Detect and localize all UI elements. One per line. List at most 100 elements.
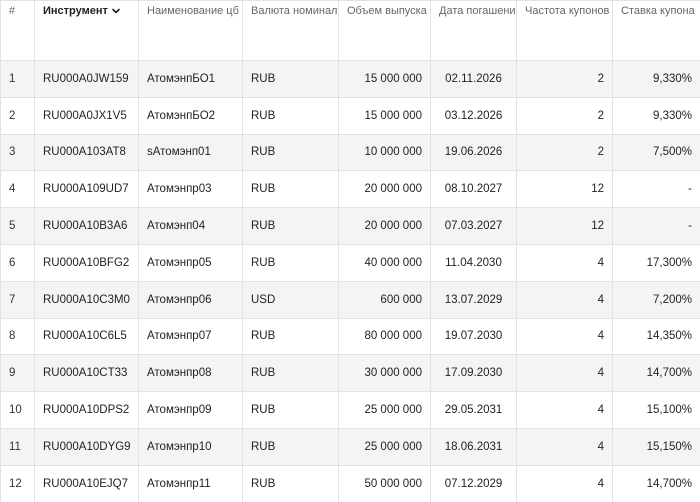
- cell-maturity: 07.03.2027: [430, 207, 517, 245]
- cell-num: 9: [0, 354, 35, 393]
- cell-frequency: 12: [516, 170, 613, 209]
- cell-name: Атомэнпр05: [138, 243, 243, 282]
- table-row[interactable]: 5 RU000A10B3A6 Атомэнп04 RUB 20 000 000 …: [0, 207, 700, 245]
- cell-instrument: RU000A0JX1V5: [34, 96, 139, 135]
- cell-name: Атомэнпр09: [138, 391, 243, 429]
- cell-volume: 80 000 000: [338, 317, 431, 356]
- header-num[interactable]: #: [0, 0, 35, 61]
- header-name[interactable]: Наименование цб: [138, 0, 243, 61]
- header-row: # Инструмент Наименование цб Валюта номи…: [0, 0, 700, 61]
- cell-frequency: 2: [516, 60, 613, 98]
- cell-maturity: 03.12.2026: [430, 96, 517, 135]
- table-row[interactable]: 11 RU000A10DYG9 Атомэнпр10 RUB 25 000 00…: [0, 427, 700, 466]
- cell-rate: -: [612, 207, 700, 245]
- cell-frequency: 4: [516, 243, 613, 282]
- header-maturity[interactable]: Дата погашения: [430, 0, 517, 61]
- cell-maturity: 19.07.2030: [430, 317, 517, 356]
- cell-num: 2: [0, 96, 35, 135]
- cell-num: 6: [0, 243, 35, 282]
- cell-currency: RUB: [242, 317, 339, 356]
- cell-frequency: 4: [516, 280, 613, 319]
- cell-maturity: 19.06.2026: [430, 133, 517, 172]
- cell-maturity: 18.06.2031: [430, 427, 517, 466]
- cell-volume: 10 000 000: [338, 133, 431, 172]
- cell-name: Атомэнпр11: [138, 464, 243, 502]
- table-row[interactable]: 10 RU000A10DPS2 Атомэнпр09 RUB 25 000 00…: [0, 391, 700, 429]
- cell-volume: 25 000 000: [338, 391, 431, 429]
- cell-rate: 7,500%: [612, 133, 700, 172]
- table-row[interactable]: 9 RU000A10CT33 Атомэнпр08 RUB 30 000 000…: [0, 354, 700, 393]
- cell-volume: 30 000 000: [338, 354, 431, 393]
- cell-volume: 20 000 000: [338, 170, 431, 209]
- table-row[interactable]: 2 RU000A0JX1V5 АтомэнпБО2 RUB 15 000 000…: [0, 96, 700, 135]
- table-row[interactable]: 7 RU000A10C3M0 Атомэнпр06 USD 600 000 13…: [0, 280, 700, 319]
- cell-frequency: 4: [516, 391, 613, 429]
- cell-name: sАтомэнп01: [138, 133, 243, 172]
- cell-frequency: 12: [516, 207, 613, 245]
- table-row[interactable]: 8 RU000A10C6L5 Атомэнпр07 RUB 80 000 000…: [0, 317, 700, 356]
- table-row[interactable]: 4 RU000A109UD7 Атомэнпр03 RUB 20 000 000…: [0, 170, 700, 209]
- cell-name: Атомэнпр06: [138, 280, 243, 319]
- chevron-down-icon[interactable]: [111, 6, 121, 16]
- cell-maturity: 29.05.2031: [430, 391, 517, 429]
- cell-num: 10: [0, 391, 35, 429]
- cell-currency: RUB: [242, 96, 339, 135]
- cell-rate: 15,100%: [612, 391, 700, 429]
- cell-volume: 20 000 000: [338, 207, 431, 245]
- header-volume[interactable]: Объем выпуска: [338, 0, 431, 61]
- cell-maturity: 08.10.2027: [430, 170, 517, 209]
- cell-instrument: RU000A10C6L5: [34, 317, 139, 356]
- cell-volume: 40 000 000: [338, 243, 431, 282]
- cell-volume: 15 000 000: [338, 96, 431, 135]
- cell-instrument: RU000A0JW159: [34, 60, 139, 98]
- table-row[interactable]: 6 RU000A10BFG2 Атомэнпр05 RUB 40 000 000…: [0, 243, 700, 282]
- cell-rate: 14,700%: [612, 354, 700, 393]
- cell-currency: RUB: [242, 464, 339, 502]
- cell-num: 7: [0, 280, 35, 319]
- cell-instrument: RU000A10EJQ7: [34, 464, 139, 502]
- table-row[interactable]: 3 RU000A103AT8 sАтомэнп01 RUB 10 000 000…: [0, 133, 700, 172]
- cell-name: Атомэнп04: [138, 207, 243, 245]
- cell-frequency: 2: [516, 96, 613, 135]
- cell-currency: RUB: [242, 133, 339, 172]
- cell-rate: 7,200%: [612, 280, 700, 319]
- cell-instrument: RU000A10C3M0: [34, 280, 139, 319]
- cell-name: Атомэнпр03: [138, 170, 243, 209]
- cell-name: АтомэнпБО1: [138, 60, 243, 98]
- header-instrument[interactable]: Инструмент: [34, 0, 139, 61]
- cell-num: 1: [0, 60, 35, 98]
- cell-num: 12: [0, 464, 35, 502]
- cell-rate: 17,300%: [612, 243, 700, 282]
- cell-rate: 9,330%: [612, 96, 700, 135]
- cell-instrument: RU000A10DPS2: [34, 391, 139, 429]
- cell-currency: RUB: [242, 391, 339, 429]
- cell-frequency: 4: [516, 427, 613, 466]
- cell-volume: 600 000: [338, 280, 431, 319]
- cell-maturity: 11.04.2030: [430, 243, 517, 282]
- cell-currency: RUB: [242, 207, 339, 245]
- cell-volume: 50 000 000: [338, 464, 431, 502]
- table-header: # Инструмент Наименование цб Валюта номи…: [0, 0, 700, 61]
- cell-instrument: RU000A10DYG9: [34, 427, 139, 466]
- cell-instrument: RU000A10BFG2: [34, 243, 139, 282]
- cell-num: 11: [0, 427, 35, 466]
- header-frequency[interactable]: Частота купонов: [516, 0, 613, 61]
- cell-rate: 14,700%: [612, 464, 700, 502]
- cell-num: 8: [0, 317, 35, 356]
- cell-name: Атомэнпр08: [138, 354, 243, 393]
- table-body: 1 RU000A0JW159 АтомэнпБО1 RUB 15 000 000…: [0, 60, 700, 502]
- cell-rate: -: [612, 170, 700, 209]
- cell-currency: RUB: [242, 170, 339, 209]
- cell-currency: RUB: [242, 354, 339, 393]
- cell-frequency: 4: [516, 317, 613, 356]
- bonds-table: # Инструмент Наименование цб Валюта номи…: [0, 0, 700, 502]
- cell-maturity: 02.11.2026: [430, 60, 517, 98]
- header-rate[interactable]: Ставка купона: [612, 0, 700, 61]
- cell-name: АтомэнпБО2: [138, 96, 243, 135]
- cell-frequency: 2: [516, 133, 613, 172]
- table-row[interactable]: 1 RU000A0JW159 АтомэнпБО1 RUB 15 000 000…: [0, 60, 700, 98]
- header-currency[interactable]: Валюта номинала: [242, 0, 339, 61]
- cell-volume: 25 000 000: [338, 427, 431, 466]
- table-row[interactable]: 12 RU000A10EJQ7 Атомэнпр11 RUB 50 000 00…: [0, 464, 700, 502]
- cell-maturity: 17.09.2030: [430, 354, 517, 393]
